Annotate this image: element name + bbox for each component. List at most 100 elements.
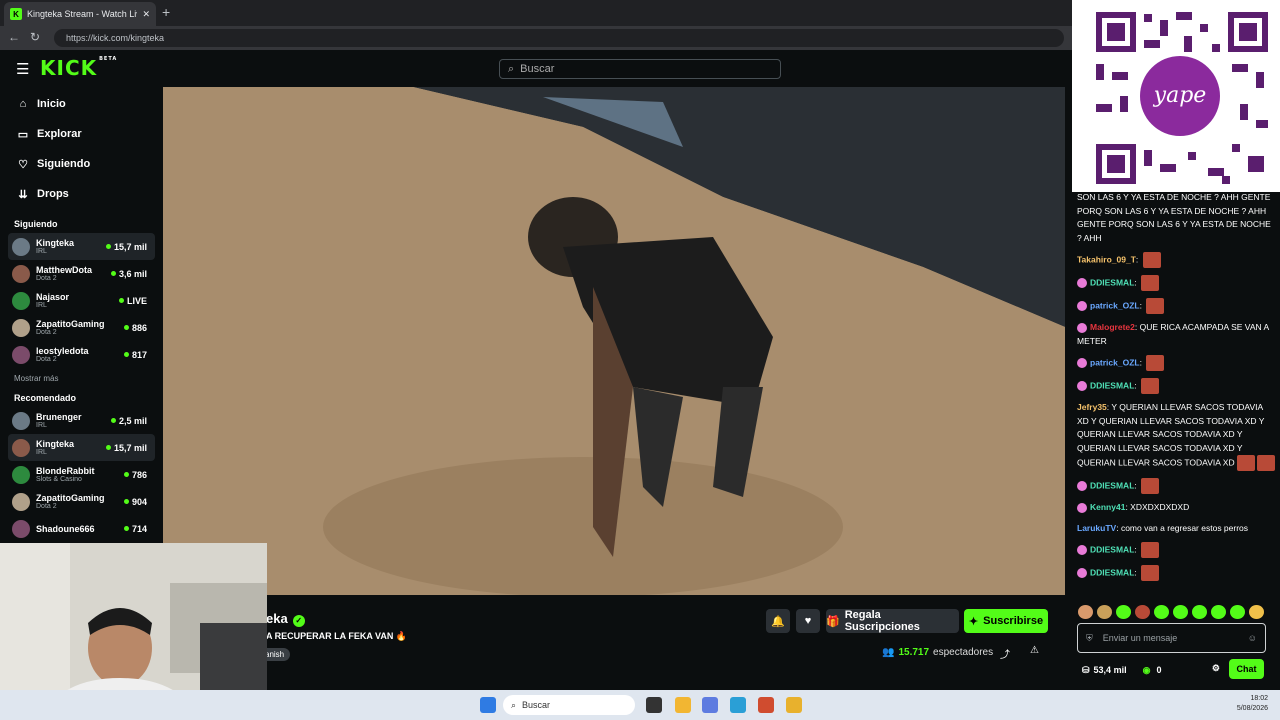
gift-icon: 🎁 — [826, 615, 840, 628]
channel-item[interactable]: Kingteka IRL 15,7 mil — [8, 434, 155, 461]
chat-username[interactable]: DDIESMAL — [1090, 544, 1134, 554]
show-more-link[interactable]: Mostrar más — [0, 368, 162, 383]
emote-icon[interactable] — [1211, 605, 1226, 619]
task-view-icon[interactable] — [646, 697, 662, 713]
channel-item[interactable]: Najasor IRL LIVE — [0, 287, 155, 314]
emote-icon[interactable] — [1154, 605, 1169, 619]
sidebar-item-drops[interactable]: ⇊ Drops — [0, 179, 162, 209]
sub-badge-icon — [1077, 502, 1087, 513]
emoji-icon[interactable]: ☺ — [1248, 633, 1257, 643]
avatar — [12, 519, 30, 538]
report-icon[interactable]: ⚠ — [1030, 645, 1039, 656]
emote-icon — [1142, 252, 1161, 268]
channel-category: IRL — [36, 302, 47, 309]
notification-bell-button[interactable]: 🔔 — [766, 609, 790, 633]
users-icon: 👥 — [882, 647, 895, 658]
back-icon[interactable]: ← — [8, 30, 20, 44]
emote-icon — [1141, 478, 1160, 494]
verified-icon: ✓ — [292, 615, 305, 627]
channel-item[interactable]: leostyledota Dota 2 817 — [0, 341, 155, 368]
stream-info: eka ✓ A RECUPERAR LA FEKA VAN 🔥 anish 🔔 ♥… — [162, 595, 1072, 687]
channel-item[interactable]: ZapatitoGaming Dota 2 886 — [0, 314, 155, 341]
channel-name: Brunenger — [36, 412, 82, 422]
following-heading: Siguiendo — [14, 219, 58, 229]
video-player[interactable] — [163, 87, 1065, 595]
chat-username[interactable]: DDIESMAL — [1090, 567, 1134, 577]
menu-icon[interactable]: ☰ — [16, 60, 29, 78]
sidebar-item-label: Explorar — [37, 128, 82, 140]
chat-send-button[interactable]: Chat — [1229, 659, 1264, 679]
channel-item[interactable]: MatthewDota Dota 2 3,6 mil — [0, 260, 155, 287]
settings-icon[interactable]: ⚙ — [1212, 663, 1220, 674]
copilot-icon[interactable] — [702, 697, 718, 713]
url-field[interactable]: https://kick.com/kingteka — [54, 29, 1064, 47]
chat-username[interactable]: Kenny41 — [1090, 502, 1125, 512]
chat-username[interactable]: patrick_OZL — [1090, 357, 1140, 367]
emote-icon[interactable] — [1097, 605, 1112, 619]
chat-username[interactable]: Jefry35 — [1077, 402, 1107, 412]
chat-username[interactable]: LarukuTV — [1077, 523, 1116, 533]
channel-name: Kingteka — [36, 238, 75, 248]
chat-text: como van a regresar estos perros — [1120, 522, 1249, 533]
windows-start-icon[interactable] — [480, 697, 496, 713]
channel-category: Slots & Casino — [36, 476, 82, 483]
taskbar-clock[interactable]: 18:02 5/08/2026 — [1237, 694, 1268, 714]
channel-item[interactable]: Kingteka IRL 15,7 mil — [8, 233, 155, 260]
channel-category: Dota 2 — [36, 329, 57, 336]
chat-username[interactable]: patrick_OZL — [1090, 300, 1140, 310]
search-input[interactable]: ⌕ Buscar — [499, 59, 781, 79]
new-tab-icon[interactable]: + — [162, 4, 170, 20]
channel-item[interactable]: ZapatitoGaming Dota 2 904 — [0, 488, 155, 515]
share-icon[interactable]: ⤴ — [1000, 646, 1010, 661]
chrome-icon[interactable] — [786, 697, 802, 713]
kick-points-count: 0 — [1156, 665, 1162, 675]
emote-icon[interactable] — [1078, 605, 1093, 619]
channel-item[interactable]: Brunenger IRL 2,5 mil — [0, 407, 155, 434]
sidebar-item-label: Drops — [37, 188, 69, 200]
emote-icon[interactable] — [1249, 605, 1264, 619]
emote-bar[interactable] — [1078, 605, 1278, 619]
sidebar: ⌂ Inicio ▭ Explorar ♡ Siguiendo ⇊ Drops Siguien… — [0, 87, 162, 547]
emote-icon[interactable] — [1135, 605, 1150, 619]
chat-input[interactable]: ⛨ Enviar un mensaje ☺ — [1077, 623, 1266, 653]
gift-subs-button[interactable]: 🎁 Regala Suscripciones — [826, 609, 959, 633]
live-dot-icon — [105, 445, 111, 450]
heart-icon: ♥ — [804, 615, 812, 627]
emote-icon[interactable] — [1230, 605, 1245, 619]
close-icon[interactable]: ✕ — [142, 9, 150, 20]
channel-item[interactable]: Shadoune666 714 — [0, 515, 155, 542]
bell-icon: 🔔 — [771, 615, 785, 628]
reload-icon[interactable]: ↻ — [30, 30, 40, 44]
chat-username[interactable]: DDIESMAL — [1090, 277, 1134, 287]
viewer-count: 👥 15.717 espectadores — [882, 647, 994, 658]
follow-button[interactable]: ♥ — [796, 609, 820, 633]
viewer-count: LIVE — [126, 295, 147, 306]
edge-icon[interactable] — [730, 697, 746, 713]
kick-logo[interactable]: KICK BETA — [40, 56, 117, 80]
channel-name: ZapatitoGaming — [36, 493, 105, 503]
channel-name: Najasor — [36, 292, 70, 302]
emote-icon[interactable] — [1116, 605, 1131, 619]
sidebar-item-inicio[interactable]: ⌂ Inicio — [0, 89, 162, 119]
sidebar-item-explorar[interactable]: ▭ Explorar — [0, 119, 162, 149]
chat-username[interactable]: DDIESMAL — [1090, 480, 1134, 490]
chat-username[interactable]: Takahiro_09_T — [1077, 254, 1136, 264]
taskbar-search[interactable]: ⌕ Buscar — [503, 695, 635, 715]
sub-badge-icon — [1077, 545, 1087, 555]
emote-icon[interactable] — [1173, 605, 1188, 619]
live-dot-icon — [123, 352, 129, 357]
channel-category: Dota 2 — [36, 503, 57, 510]
live-dot-icon — [123, 472, 129, 477]
streamer-name[interactable]: eka ✓ — [266, 611, 305, 627]
chat-username[interactable]: DDIESMAL — [1090, 380, 1134, 390]
app-icon[interactable] — [758, 697, 774, 713]
subscribe-button[interactable]: ✦ Suscribirse — [964, 609, 1048, 633]
sub-badge-icon — [1077, 278, 1087, 288]
sidebar-item-siguiendo[interactable]: ♡ Siguiendo — [0, 149, 162, 179]
channel-name: Shadoune666 — [36, 523, 95, 534]
browser-tab[interactable]: K Kingteka Stream - Watch Live ✕ — [4, 2, 156, 26]
channel-item[interactable]: BlondeRabbit Slots & Casino 786 — [0, 461, 155, 488]
emote-icon[interactable] — [1192, 605, 1207, 619]
chat-username[interactable]: Malogrete2 — [1090, 322, 1135, 332]
file-explorer-icon[interactable] — [675, 697, 691, 713]
